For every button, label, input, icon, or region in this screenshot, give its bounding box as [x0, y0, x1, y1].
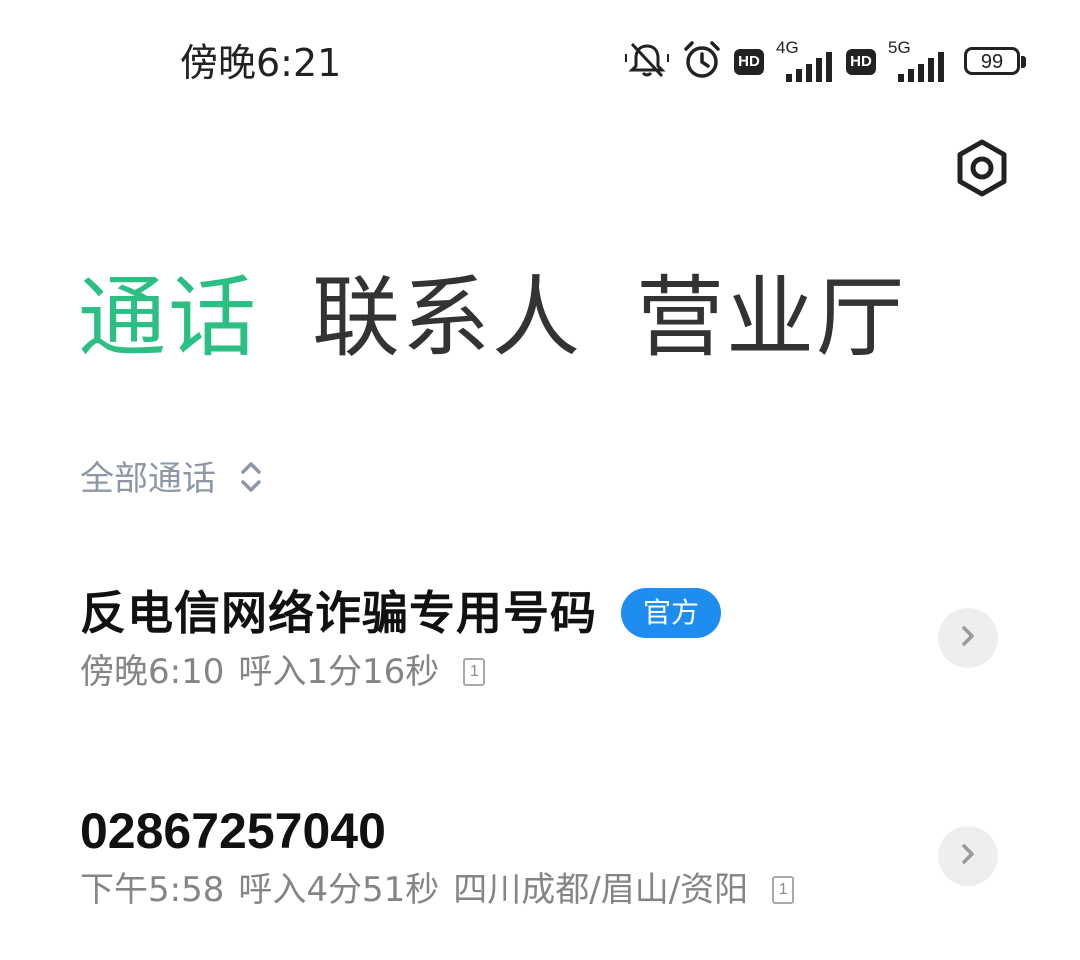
settings-button[interactable]	[950, 138, 1014, 202]
call-name-line: 反电信网络诈骗专用号码 官方	[80, 580, 722, 646]
call-detail-button[interactable]	[938, 826, 998, 886]
call-info: 呼入1分16秒	[238, 652, 440, 692]
signal-5g-icon: 5G	[888, 38, 946, 82]
call-time: 傍晚6:10	[80, 652, 225, 692]
tab-bar: 通话 联系人 营业厅	[78, 266, 906, 370]
status-icons: HD 4G HD 5G 99	[624, 38, 1026, 84]
alarm-icon	[682, 40, 722, 84]
hd-icon: HD	[846, 49, 876, 75]
call-log-item[interactable]: 02867257040 下午5:58 呼入4分51秒 四川成都/眉山/资阳 1	[0, 790, 1080, 960]
battery-tip	[1021, 56, 1026, 68]
sim-card-icon: 1	[463, 658, 486, 686]
call-location: 四川成都/眉山/资阳	[453, 870, 749, 910]
battery-icon: 99	[964, 47, 1026, 77]
tab-calls[interactable]: 通话	[78, 266, 258, 370]
chevron-right-icon	[958, 624, 978, 652]
status-time: 傍晚6:21	[180, 41, 342, 85]
mute-icon	[624, 40, 670, 84]
call-name-line: 02867257040	[80, 798, 386, 864]
sim-card-icon: 1	[772, 876, 795, 904]
hd-icon: HD	[734, 49, 764, 75]
caller-name: 反电信网络诈骗专用号码	[80, 586, 597, 640]
call-info: 呼入4分51秒	[238, 870, 440, 910]
call-filter-dropdown[interactable]: 全部通话	[80, 454, 264, 504]
call-filter-label: 全部通话	[80, 459, 216, 499]
gear-icon	[954, 138, 1010, 202]
call-meta: 傍晚6:10 呼入1分16秒 1	[80, 648, 486, 696]
tab-service-hall[interactable]: 营业厅	[636, 266, 906, 370]
call-time: 下午5:58	[80, 870, 225, 910]
official-badge: 官方	[621, 588, 722, 638]
tab-contacts[interactable]: 联系人	[312, 266, 582, 370]
status-bar: 傍晚6:21 HD 4G HD 5G 99	[0, 0, 1080, 124]
call-meta: 下午5:58 呼入4分51秒 四川成都/眉山/资阳 1	[80, 866, 795, 914]
signal-4g-icon: 4G	[776, 38, 834, 82]
chevron-up-down-icon	[238, 459, 264, 499]
caller-number: 02867257040	[80, 803, 386, 859]
call-log-item[interactable]: 反电信网络诈骗专用号码 官方 傍晚6:10 呼入1分16秒 1	[0, 572, 1080, 742]
chevron-right-icon	[958, 842, 978, 870]
battery-level-text: 99	[980, 51, 1004, 73]
call-detail-button[interactable]	[938, 608, 998, 668]
